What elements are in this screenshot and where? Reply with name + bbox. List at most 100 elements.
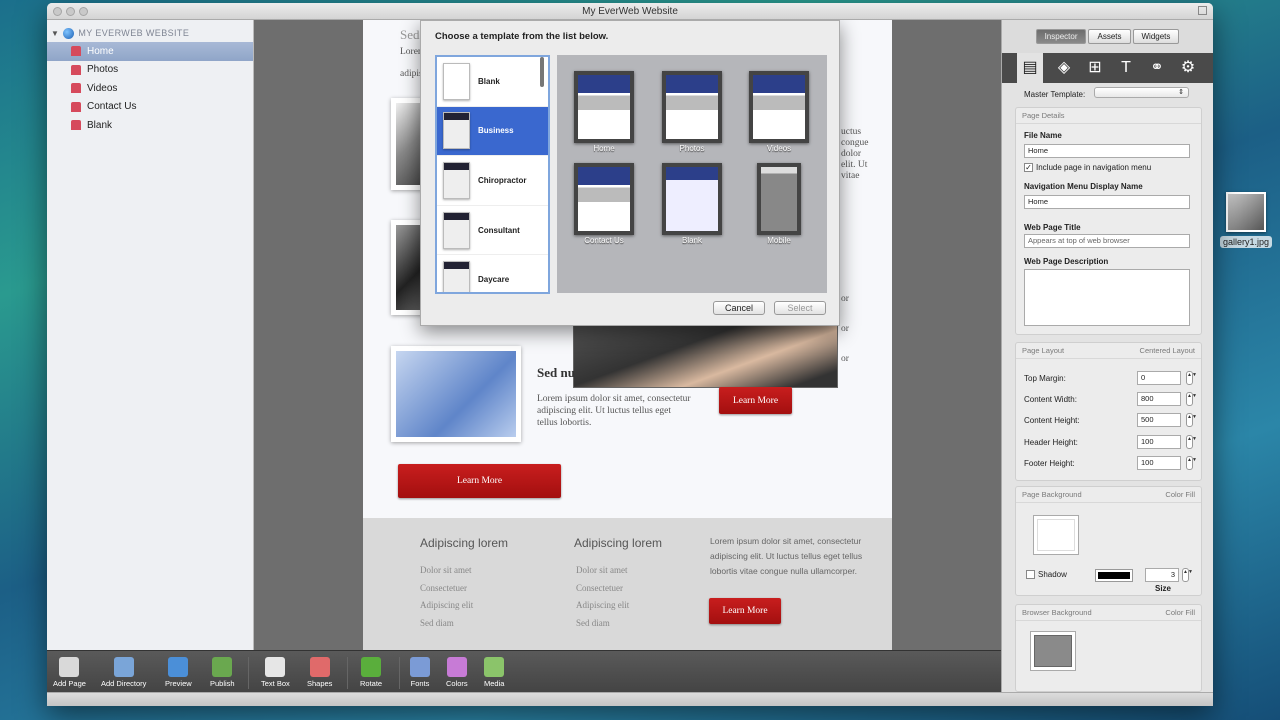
footer-col1-link[interactable]: Dolor sit amet: [420, 565, 472, 575]
footer-height-stepper[interactable]: ▲▼: [1186, 456, 1197, 470]
web-page-description-field[interactable]: [1024, 269, 1190, 326]
learn-more-button-small[interactable]: Learn More: [719, 387, 792, 414]
layout-inspector-icon[interactable]: ⊞: [1085, 57, 1105, 79]
include-nav-row[interactable]: ✓ Include page in navigation menu: [1024, 163, 1151, 173]
footer-col2-link[interactable]: Dolor sit amet: [576, 565, 628, 575]
page-background-swatch[interactable]: [1033, 515, 1079, 555]
shadow-checkbox[interactable]: [1026, 570, 1035, 580]
top-heading[interactable]: Sed: [400, 27, 420, 43]
site-root[interactable]: ▼ MY EVERWEB WEBSITE: [47, 24, 253, 42]
footer-col1-link[interactable]: Adipiscing elit: [420, 600, 473, 610]
footer-col1-link[interactable]: Sed diam: [420, 618, 454, 628]
add-page-button[interactable]: Add Page: [53, 657, 86, 688]
include-nav-checkbox[interactable]: ✓: [1024, 163, 1033, 173]
preview-home[interactable]: Home: [574, 71, 634, 153]
sidebar-page-contact-us[interactable]: Contact Us: [47, 98, 253, 117]
text-box-button[interactable]: Text Box: [261, 657, 290, 688]
template-item-consultant[interactable]: Consultant: [437, 206, 548, 256]
fonts-button[interactable]: Fonts: [410, 657, 430, 688]
tab-assets[interactable]: Assets: [1088, 29, 1131, 44]
select-button[interactable]: Select: [774, 301, 826, 315]
template-item-chiropractor[interactable]: Chiropractor: [437, 156, 548, 206]
layout-mode-select[interactable]: Centered Layout: [1140, 346, 1195, 355]
or-text-3[interactable]: or: [841, 353, 849, 365]
shadow-color-well[interactable]: [1095, 569, 1133, 582]
link-inspector-icon[interactable]: ⚭: [1147, 57, 1167, 79]
template-item-blank[interactable]: Blank: [437, 57, 548, 107]
fullscreen-button[interactable]: [1198, 6, 1207, 15]
shapes-button[interactable]: Shapes: [307, 657, 332, 688]
content-height-stepper[interactable]: ▲▼: [1186, 413, 1197, 427]
calculator-photo[interactable]: [391, 346, 521, 442]
tab-widgets[interactable]: Widgets: [1132, 29, 1180, 44]
footer-col2-link[interactable]: Consectetuer: [576, 583, 623, 593]
shadow-size-stepper[interactable]: ▲▼: [1182, 568, 1193, 582]
sidebar-page-home[interactable]: Home: [47, 42, 253, 61]
right-text-5[interactable]: vitae: [841, 170, 859, 182]
content-height-field[interactable]: 500: [1137, 413, 1181, 427]
media-button[interactable]: Media: [484, 657, 504, 688]
header-height-stepper[interactable]: ▲▼: [1186, 435, 1197, 449]
close-window-button[interactable]: [53, 7, 62, 16]
template-item-daycare[interactable]: Daycare: [437, 255, 548, 292]
footer-height-field[interactable]: 100: [1137, 456, 1181, 470]
preview-label: Mobile: [767, 236, 791, 245]
preview-contact-us[interactable]: Contact Us: [574, 163, 634, 245]
or-text-1[interactable]: or: [841, 293, 849, 305]
footer-col2-link[interactable]: Sed diam: [576, 618, 610, 628]
sidebar-page-videos[interactable]: Videos: [47, 79, 253, 98]
file-name-field[interactable]: Home: [1024, 144, 1190, 158]
add-directory-button[interactable]: Add Directory: [101, 657, 146, 688]
minimize-window-button[interactable]: [66, 7, 75, 16]
learn-more-button-large[interactable]: Learn More: [398, 464, 561, 498]
browser-background-header: Browser Background: [1022, 608, 1092, 617]
nav-display-name-field[interactable]: Home: [1024, 195, 1190, 209]
section-heading[interactable]: Sed nu: [537, 365, 575, 381]
settings-inspector-icon[interactable]: ⚙: [1178, 57, 1198, 79]
shadow-size-field[interactable]: 3: [1145, 568, 1179, 582]
zoom-window-button[interactable]: [79, 7, 88, 16]
sidebar-page-blank[interactable]: Blank: [47, 116, 253, 135]
footer-col1-title[interactable]: Adipiscing lorem: [420, 536, 508, 550]
preview-mobile[interactable]: Mobile: [749, 163, 809, 245]
preview-blank[interactable]: Blank: [662, 163, 722, 245]
publish-button[interactable]: Publish: [210, 657, 235, 688]
or-text-2[interactable]: or: [841, 323, 849, 335]
footer-paragraph[interactable]: Lorem ipsum dolor sit amet, consectetur …: [710, 534, 870, 579]
shape-inspector-icon[interactable]: ◈: [1054, 57, 1074, 79]
cancel-button[interactable]: Cancel: [713, 301, 765, 315]
shadow-row[interactable]: Shadow: [1026, 570, 1067, 580]
web-page-title-field[interactable]: Appears at top of web browser: [1024, 234, 1190, 248]
browser-bg-fill-select[interactable]: Color Fill: [1165, 608, 1195, 617]
text-inspector-icon[interactable]: T: [1116, 57, 1136, 79]
preview-videos[interactable]: Videos: [749, 71, 809, 153]
content-width-field[interactable]: 800: [1137, 392, 1181, 406]
master-template-select[interactable]: ⇕: [1094, 87, 1189, 98]
colors-button[interactable]: Colors: [446, 657, 468, 688]
preview-button[interactable]: Preview: [165, 657, 192, 688]
desktop-file-gallery[interactable]: gallery1.jpg: [1218, 192, 1274, 248]
footer-col2-title[interactable]: Adipiscing lorem: [574, 536, 662, 550]
disclosure-triangle-icon[interactable]: ▼: [51, 29, 59, 38]
footer-col2-link[interactable]: Adipiscing elit: [576, 600, 629, 610]
preview-photos[interactable]: Photos: [662, 71, 722, 153]
footer[interactable]: Adipiscing lorem Dolor sit amet Consecte…: [363, 518, 892, 650]
business-people-image[interactable]: [573, 320, 838, 388]
template-item-business[interactable]: Business: [437, 106, 548, 157]
tab-inspector[interactable]: Inspector: [1035, 29, 1087, 44]
page-bg-fill-select[interactable]: Color Fill: [1165, 490, 1195, 499]
header-height-field[interactable]: 100: [1137, 435, 1181, 449]
footer-learn-more-button[interactable]: Learn More: [709, 598, 781, 624]
template-list-scrollbar[interactable]: [540, 57, 544, 87]
browser-background-swatch[interactable]: [1030, 631, 1076, 671]
content-width-stepper[interactable]: ▲▼: [1186, 392, 1197, 406]
template-list[interactable]: Blank Business Chiropractor Consultant D…: [435, 55, 550, 294]
page-inspector-icon[interactable]: ▤: [1017, 53, 1043, 83]
top-margin-field[interactable]: 0: [1137, 371, 1181, 385]
footer-col1-link[interactable]: Consectetuer: [420, 583, 467, 593]
section-paragraph[interactable]: Lorem ipsum dolor sit amet, consectetur …: [537, 393, 692, 429]
sidebar-page-photos[interactable]: Photos: [47, 61, 253, 80]
rotate-button[interactable]: Rotate: [360, 657, 382, 688]
top-margin-stepper[interactable]: ▲▼: [1186, 371, 1197, 385]
editing-canvas[interactable]: Sed Lorem adipis uctus congue dolor elit…: [254, 20, 1001, 650]
